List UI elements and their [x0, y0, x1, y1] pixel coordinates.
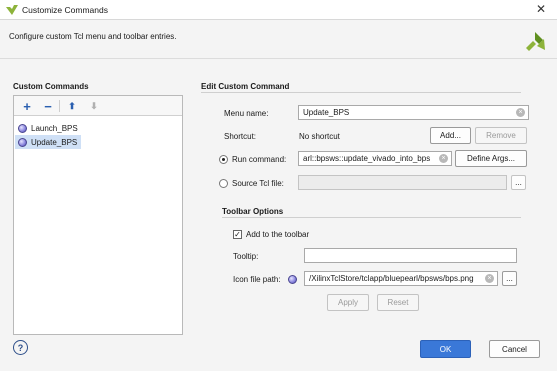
clear-icon[interactable]: × — [485, 274, 494, 283]
add-command-button[interactable]: + — [19, 99, 35, 114]
list-item-update-bps[interactable]: Update_BPS — [15, 135, 81, 149]
toolbar-options-title: Toolbar Options — [222, 207, 284, 216]
custom-commands-title: Custom Commands — [13, 82, 89, 91]
move-up-button[interactable]: ⬆ — [64, 99, 80, 113]
toolbar-separator — [59, 100, 60, 112]
command-bullet-icon — [18, 137, 27, 147]
command-bullet-icon — [18, 123, 27, 133]
icon-path-value: /XilinxTclStore/tclapp/bluepearl/bpsws/b… — [309, 274, 474, 283]
clear-icon[interactable]: × — [516, 108, 525, 117]
close-icon[interactable]: ✕ — [536, 2, 546, 16]
vivado-logo-icon — [6, 5, 18, 15]
brand-logo-icon — [526, 32, 545, 51]
move-down-button[interactable]: ⬇ — [86, 99, 102, 113]
reset-button[interactable]: Reset — [377, 294, 419, 311]
menu-name-label: Menu name: — [224, 109, 269, 118]
source-tcl-browse-button[interactable]: ... — [511, 175, 526, 190]
tooltip-label: Tooltip: — [233, 252, 259, 261]
define-args-button[interactable]: Define Args... — [455, 150, 527, 167]
add-to-toolbar-checkbox[interactable]: ✓ — [233, 230, 242, 239]
list-item-label: Launch_BPS — [31, 123, 78, 133]
apply-button[interactable]: Apply — [327, 294, 369, 311]
list-item-label: Update_BPS — [31, 137, 78, 147]
group-divider — [222, 217, 521, 218]
dialog-description: Configure custom Tcl menu and toolbar en… — [9, 32, 177, 41]
window-title: Customize Commands — [22, 5, 108, 15]
help-icon[interactable]: ? — [13, 340, 28, 355]
add-to-toolbar-label: Add to the toolbar — [246, 230, 310, 239]
shortcut-value: No shortcut — [299, 132, 340, 141]
remove-shortcut-button[interactable]: Remove — [475, 127, 527, 144]
ok-button[interactable]: OK — [420, 340, 471, 358]
icon-path-browse-button[interactable]: ... — [502, 271, 517, 286]
shortcut-label: Shortcut: — [224, 132, 257, 141]
source-tcl-label: Source Tcl file: — [232, 179, 284, 188]
clear-icon[interactable]: × — [439, 154, 448, 163]
cancel-button[interactable]: Cancel — [489, 340, 540, 358]
run-command-input[interactable]: arl::bpsws::update_vivado_into_bps × — [298, 151, 452, 166]
remove-command-button[interactable]: − — [40, 99, 56, 114]
run-command-label: Run command: — [232, 155, 287, 164]
icon-path-input[interactable]: /XilinxTclStore/tclapp/bluepearl/bpsws/b… — [304, 271, 498, 286]
run-command-radio[interactable] — [219, 155, 228, 164]
list-item-launch-bps[interactable]: Launch_BPS — [15, 121, 180, 135]
icon-path-label: Icon file path: — [233, 275, 281, 284]
menu-name-input[interactable]: Update_BPS × — [298, 105, 529, 120]
edit-command-title: Edit Custom Command — [201, 82, 290, 91]
run-command-value: arl::bpsws::update_vivado_into_bps — [303, 154, 431, 163]
source-tcl-input[interactable] — [298, 175, 507, 190]
icon-preview-icon — [288, 275, 297, 284]
menu-name-value: Update_BPS — [303, 108, 350, 117]
header-divider — [0, 58, 557, 59]
add-shortcut-button[interactable]: Add... — [430, 127, 471, 144]
source-tcl-radio[interactable] — [219, 179, 228, 188]
tooltip-input[interactable] — [304, 248, 517, 263]
group-divider — [201, 92, 521, 93]
